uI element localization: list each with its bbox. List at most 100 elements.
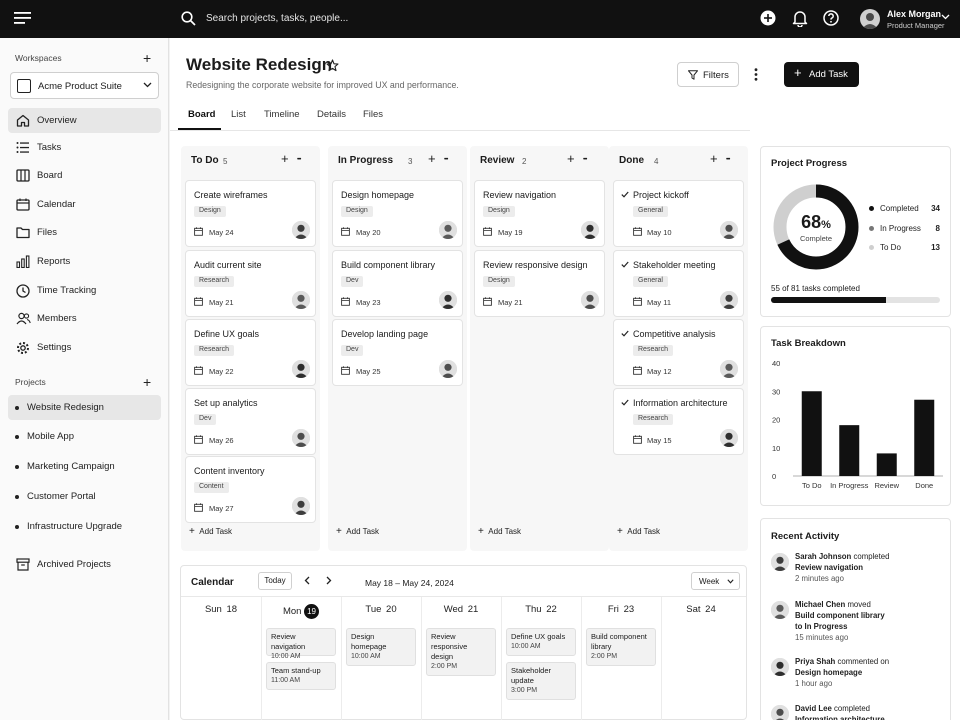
assignee-avatar[interactable] bbox=[720, 291, 738, 309]
search-icon[interactable] bbox=[181, 11, 196, 26]
assignee-avatar[interactable] bbox=[439, 360, 457, 378]
calendar-event[interactable]: Design homepage 10:00 AM bbox=[346, 628, 416, 666]
column-more-icon[interactable]: ••• bbox=[583, 157, 587, 163]
help-icon[interactable] bbox=[823, 10, 839, 26]
bell-icon[interactable] bbox=[792, 10, 808, 27]
task-card[interactable]: Set up analytics Dev May 26 bbox=[185, 388, 316, 455]
day-header[interactable]: Sun 18 bbox=[181, 604, 261, 615]
bar-review[interactable] bbox=[876, 453, 897, 476]
calendar-event[interactable]: Build component library 2:00 PM bbox=[586, 628, 656, 666]
add-task-button[interactable]: + Add Task bbox=[784, 62, 859, 87]
sidebar-item-board[interactable]: Board bbox=[8, 163, 161, 188]
sidebar-item-overview[interactable]: Overview bbox=[8, 108, 161, 133]
assignee-avatar[interactable] bbox=[292, 429, 310, 447]
search-input[interactable]: Search projects, tasks, people... bbox=[206, 13, 348, 24]
menu-icon[interactable] bbox=[14, 11, 31, 25]
bar-in-progress[interactable] bbox=[839, 425, 860, 476]
calendar-event[interactable]: Team stand-up 11:00 AM bbox=[266, 662, 336, 690]
calendar-event[interactable]: Stakeholder update 3:00 PM bbox=[506, 662, 576, 700]
day-header[interactable]: Wed 21 bbox=[421, 604, 501, 615]
column-more-icon[interactable]: ••• bbox=[726, 157, 730, 163]
tab-details[interactable]: Details bbox=[317, 109, 346, 120]
add-task-link[interactable]: + Add Task bbox=[336, 526, 379, 537]
task-card[interactable]: Information architecture Research May 15 bbox=[613, 388, 744, 455]
task-card[interactable]: Design homepage Design May 20 bbox=[332, 180, 463, 247]
task-card[interactable]: Content inventory Content May 27 bbox=[185, 456, 316, 523]
day-header[interactable]: Sat 24 bbox=[661, 604, 741, 615]
project-mobile-app[interactable]: Mobile App bbox=[8, 424, 161, 449]
sidebar-item-archived[interactable]: Archived Projects bbox=[8, 552, 161, 577]
calendar-event[interactable]: Review responsive design 2:00 PM bbox=[426, 628, 496, 676]
sidebar-item-reports[interactable]: Reports bbox=[8, 249, 161, 274]
task-card[interactable]: Define UX goals Research May 22 bbox=[185, 319, 316, 386]
task-card[interactable]: Project kickoff General May 10 bbox=[613, 180, 744, 247]
filters-button[interactable]: Filters bbox=[677, 62, 739, 87]
project-marketing-campaign[interactable]: Marketing Campaign bbox=[8, 454, 161, 479]
assignee-avatar[interactable] bbox=[720, 221, 738, 239]
sidebar-item-tasks[interactable]: Tasks bbox=[8, 135, 161, 160]
activity-item[interactable]: Michael Chen moved Build component librar… bbox=[771, 599, 946, 643]
column-more-icon[interactable]: ••• bbox=[297, 157, 301, 163]
activity-item[interactable]: Priya Shah commented on Design homepage 1 … bbox=[771, 656, 946, 700]
sidebar-item-members[interactable]: Members bbox=[8, 306, 161, 331]
bar-done[interactable] bbox=[914, 399, 935, 476]
assignee-avatar[interactable] bbox=[292, 360, 310, 378]
add-task-link[interactable]: + Add Task bbox=[617, 526, 660, 537]
column-add-icon[interactable]: + bbox=[428, 152, 436, 165]
day-header[interactable]: Fri 23 bbox=[581, 604, 661, 615]
task-card[interactable]: Review navigation Design May 19 bbox=[474, 180, 605, 247]
tab-files[interactable]: Files bbox=[363, 109, 383, 120]
chevron-right-icon[interactable] bbox=[326, 576, 332, 585]
task-card[interactable]: Audit current site Research May 21 bbox=[185, 250, 316, 317]
project-customer-portal[interactable]: Customer Portal bbox=[8, 484, 161, 509]
calendar-event[interactable]: Review navigation 10:00 AM bbox=[266, 628, 336, 660]
add-project-icon[interactable]: + bbox=[143, 375, 151, 389]
sidebar-item-time-tracking[interactable]: Time Tracking bbox=[8, 278, 161, 303]
day-header[interactable]: Mon 19 bbox=[261, 604, 341, 619]
chevron-down-icon[interactable] bbox=[941, 14, 950, 20]
add-task-link[interactable]: + Add Task bbox=[189, 526, 232, 537]
task-card[interactable]: Develop landing page Dev May 25 bbox=[332, 319, 463, 386]
bar-to-do[interactable] bbox=[801, 391, 822, 476]
star-icon[interactable] bbox=[326, 59, 339, 72]
task-card[interactable]: Review responsive design Design May 21 bbox=[474, 250, 605, 317]
task-card[interactable]: Build component library Dev May 23 bbox=[332, 250, 463, 317]
add-workspace-icon[interactable]: + bbox=[143, 51, 151, 65]
calendar-event[interactable]: Define UX goals 10:00 AM bbox=[506, 628, 576, 656]
workspace-select[interactable]: Acme Product Suite bbox=[10, 72, 159, 99]
sidebar-item-files[interactable]: Files bbox=[8, 220, 161, 245]
view-select[interactable]: Week bbox=[691, 572, 740, 590]
project-infrastructure-upgrade[interactable]: Infrastructure Upgrade bbox=[8, 514, 161, 539]
day-header[interactable]: Thu 22 bbox=[501, 604, 581, 615]
assignee-avatar[interactable] bbox=[581, 291, 599, 309]
column-add-icon[interactable]: + bbox=[281, 152, 289, 165]
add-circle-icon[interactable] bbox=[760, 10, 776, 26]
column-more-icon[interactable]: ••• bbox=[444, 157, 448, 163]
column-add-icon[interactable]: + bbox=[567, 152, 575, 165]
user-avatar[interactable] bbox=[860, 9, 880, 29]
assignee-avatar[interactable] bbox=[720, 360, 738, 378]
sidebar-item-settings[interactable]: Settings bbox=[8, 335, 161, 360]
today-button[interactable]: Today bbox=[258, 572, 292, 590]
activity-item[interactable]: Sarah Johnson completed Review navigation… bbox=[771, 551, 946, 595]
task-card[interactable]: Competitive analysis Research May 12 bbox=[613, 319, 744, 386]
assignee-avatar[interactable] bbox=[439, 291, 457, 309]
assignee-avatar[interactable] bbox=[292, 221, 310, 239]
assignee-avatar[interactable] bbox=[292, 497, 310, 515]
assignee-avatar[interactable] bbox=[581, 221, 599, 239]
task-card[interactable]: Create wireframes Design May 24 bbox=[185, 180, 316, 247]
project-website-redesign[interactable]: Website Redesign bbox=[8, 395, 161, 420]
assignee-avatar[interactable] bbox=[292, 291, 310, 309]
tab-timeline[interactable]: Timeline bbox=[264, 109, 300, 120]
tab-board[interactable]: Board bbox=[188, 109, 215, 120]
assignee-avatar[interactable] bbox=[720, 429, 738, 447]
assignee-avatar[interactable] bbox=[439, 221, 457, 239]
column-add-icon[interactable]: + bbox=[710, 152, 718, 165]
activity-item[interactable]: David Lee completed Information architect… bbox=[771, 703, 946, 720]
add-task-link[interactable]: + Add Task bbox=[478, 526, 521, 537]
tab-list[interactable]: List bbox=[231, 109, 246, 120]
sidebar-item-calendar[interactable]: Calendar bbox=[8, 192, 161, 217]
day-header[interactable]: Tue 20 bbox=[341, 604, 421, 615]
task-card[interactable]: Stakeholder meeting General May 11 bbox=[613, 250, 744, 317]
more-options-icon[interactable] bbox=[754, 68, 758, 81]
